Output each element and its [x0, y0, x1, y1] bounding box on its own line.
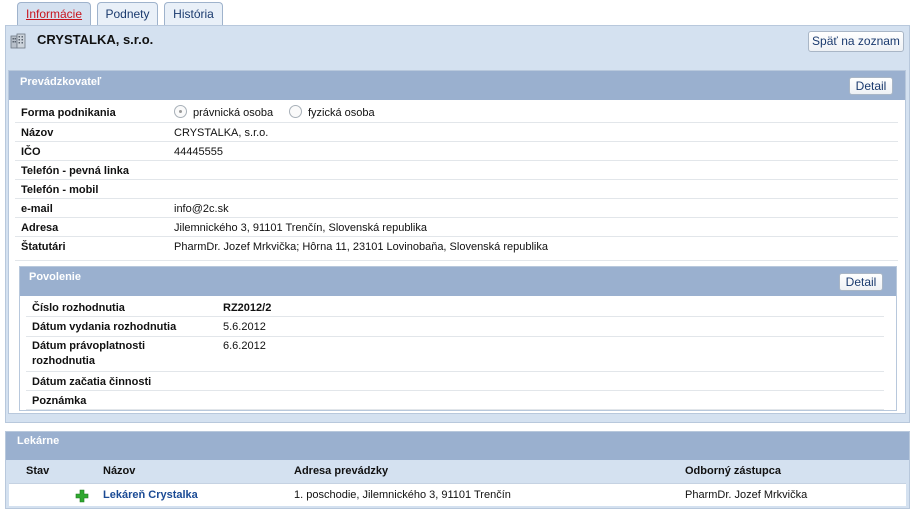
permit-value: 5.6.2012 [223, 321, 266, 333]
radio-natural-person[interactable] [289, 105, 302, 118]
column-header-representative: Odborný zástupca [685, 465, 781, 477]
table-row[interactable]: Lekáreň Crystalka 1. poschodie, Jilemnic… [9, 483, 906, 506]
permit-label: Poznámka [32, 395, 87, 407]
field-row: e-mail info@2c.sk [15, 199, 898, 218]
field-label: Telefón - pevná linka [21, 165, 129, 177]
permit-detail-button[interactable]: Detail [839, 273, 883, 291]
form-label: Forma podnikania [21, 107, 116, 119]
back-to-list-button[interactable]: Späť na zoznam [808, 31, 904, 52]
field-value: CRYSTALKA, s.r.o. [174, 127, 269, 139]
field-value: Jilemnického 3, 91101 Trenčín, Slovenská… [174, 222, 427, 234]
permit-value: RZ2012/2 [223, 302, 272, 314]
permit-label-continued: rozhodnutia [32, 355, 95, 367]
permit-section: Povolenie Detail Číslo rozhodnutia RZ201… [19, 266, 897, 411]
field-row: IČO 44445555 [15, 142, 898, 161]
radio-legal-person-label: právnická osoba [193, 107, 274, 119]
tab-bar: Informácie Podnety História [0, 0, 911, 27]
building-icon [10, 33, 26, 49]
field-value: PharmDr. Jozef Mrkvička; Hôrna 11, 23101… [174, 241, 548, 253]
pharmacy-name-link[interactable]: Lekáreň Crystalka [103, 489, 198, 501]
field-label: Štatutári [21, 241, 66, 253]
pharmacy-representative: PharmDr. Jozef Mrkvička [685, 489, 808, 501]
field-row: Telefón - mobil [15, 180, 898, 199]
permit-label: Dátum vydania rozhodnutia [32, 321, 177, 333]
column-header-address: Adresa prevádzky [294, 465, 389, 477]
field-label: e-mail [21, 203, 53, 215]
column-header-status: Stav [26, 465, 50, 477]
column-header-name: Názov [103, 465, 136, 477]
field-label: Telefón - mobil [21, 184, 99, 196]
pharmacies-section: Lekárne Stav Názov Adresa prevádzky Odbo… [5, 431, 910, 509]
permit-row: Poznámka [26, 391, 884, 410]
field-value: info@2c.sk [174, 203, 229, 215]
operator-detail-button[interactable]: Detail [849, 77, 893, 95]
tab-informacie[interactable]: Informácie [17, 2, 91, 27]
pharmacies-section-title: Lekárne [6, 432, 909, 460]
field-value: 44445555 [174, 146, 223, 158]
company-name: CRYSTALKA, s.r.o. [37, 32, 154, 47]
field-row: Štatutári PharmDr. Jozef Mrkvička; Hôrna… [15, 237, 898, 261]
permit-label: Číslo rozhodnutia [32, 302, 125, 314]
tab-podnety[interactable]: Podnety [97, 2, 158, 26]
permit-row: Číslo rozhodnutia RZ2012/2 [26, 297, 884, 317]
field-row: Názov CRYSTALKA, s.r.o. [15, 123, 898, 142]
permit-label: Dátum právoplatnosti [32, 340, 146, 352]
field-row: Adresa Jilemnického 3, 91101 Trenčín, Sl… [15, 218, 898, 237]
green-cross-icon [75, 489, 89, 503]
field-label: Názov [21, 127, 54, 139]
operator-section: Prevádzkovateľ Detail Forma podnikania p… [8, 70, 906, 414]
form-row: Forma podnikania právnická osoba fyzická… [15, 101, 898, 123]
radio-legal-person[interactable] [174, 105, 187, 118]
info-panel: CRYSTALKA, s.r.o. Späť na zoznam Prevádz… [5, 25, 910, 423]
permit-section-title: Povolenie [20, 267, 896, 296]
permit-value: 6.6.2012 [223, 340, 266, 352]
permit-row: Dátum právoplatnosti rozhodnutia 6.6.201… [26, 337, 884, 372]
operator-section-title: Prevádzkovateľ [9, 71, 905, 100]
permit-row: Dátum vydania rozhodnutia 5.6.2012 [26, 317, 884, 337]
field-label: Adresa [21, 222, 59, 234]
field-label: IČO [21, 146, 41, 158]
permit-row: Dátum začatia činnosti [26, 372, 884, 391]
radio-natural-person-label: fyzická osoba [308, 107, 375, 119]
tab-historia[interactable]: História [164, 2, 223, 26]
permit-label: Dátum začatia činnosti [32, 376, 152, 388]
pharmacy-address: 1. poschodie, Jilemnického 3, 91101 Tren… [294, 489, 511, 501]
field-row: Telefón - pevná linka [15, 161, 898, 180]
